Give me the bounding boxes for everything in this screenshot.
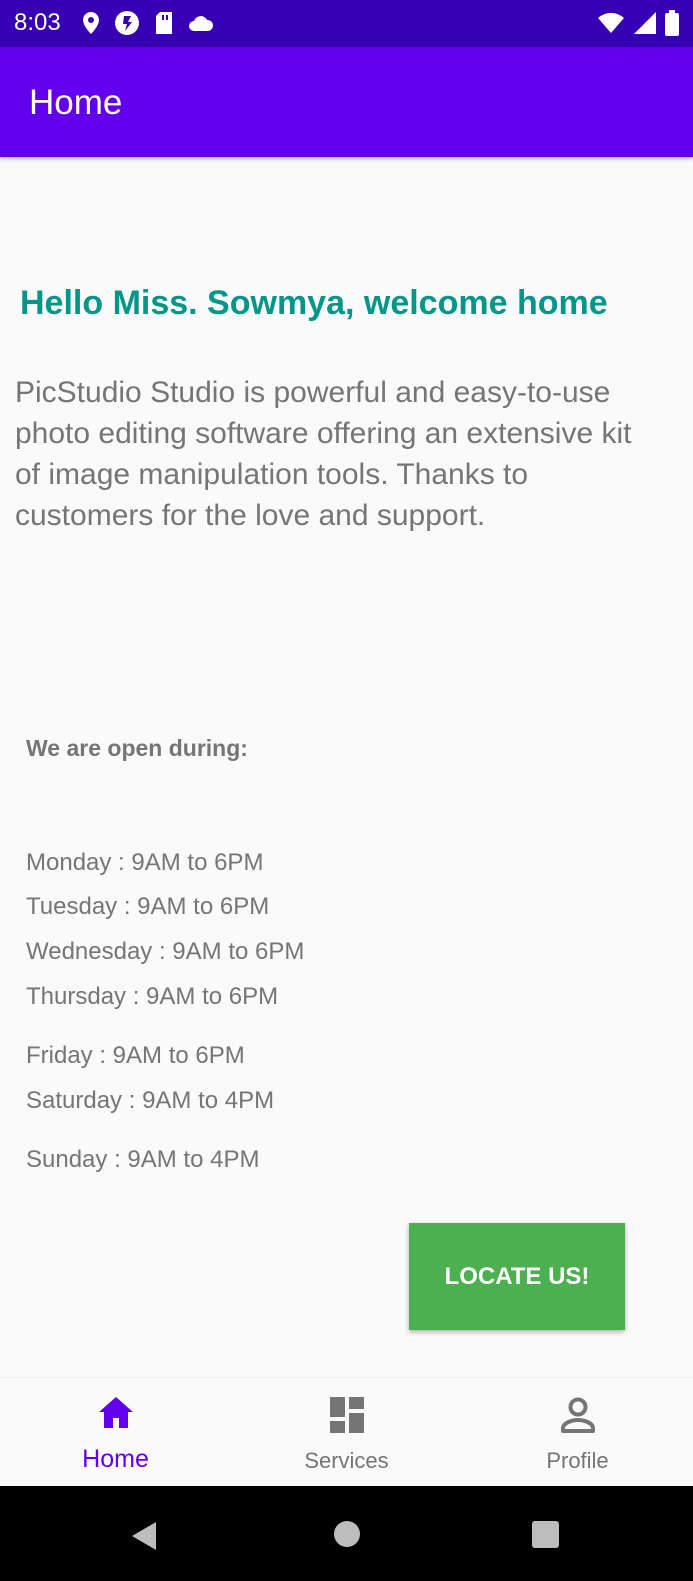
sd-card-icon [156,12,172,34]
home-circle-icon[interactable] [333,1520,361,1548]
nav-item-home[interactable]: Home [0,1378,231,1487]
hours-saturday: Saturday : 9AM to 4PM [26,1087,275,1114]
description-text: PicStudio Studio is powerful and easy-to… [15,376,632,532]
person-icon [561,1397,595,1433]
home-icon [99,1397,133,1428]
recents-icon[interactable] [532,1521,559,1548]
nav-label-services: Services [304,1448,389,1473]
bolt-icon [115,11,139,35]
battery-icon [665,10,679,36]
greeting-text: Hello Miss. Sowmya, welcome home [20,284,608,322]
locate-us-button[interactable]: LOCATE US! [409,1223,625,1330]
signal-icon [634,12,656,34]
page-title: Home [29,83,123,122]
status-icons-left [82,10,214,36]
bottom-nav: Home Services Profile [0,1377,693,1487]
system-nav-bar [0,1486,693,1581]
hours-tuesday: Tuesday : 9AM to 6PM [26,893,270,920]
hours-heading: We are open during: [26,735,248,761]
nav-item-services[interactable]: Services [231,1378,462,1487]
status-icons-right [597,10,679,36]
status-bar: 8:03 [0,0,693,47]
location-icon [83,12,99,34]
hours-wednesday: Wednesday : 9AM to 6PM [26,938,305,965]
hours-sunday: Sunday : 9AM to 4PM [26,1146,260,1173]
back-icon[interactable] [130,1520,158,1552]
hours-friday: Friday : 9AM to 6PM [26,1042,245,1069]
nav-label-home: Home [82,1445,149,1473]
nav-label-profile: Profile [546,1448,609,1473]
hours-monday: Monday : 9AM to 6PM [26,849,264,876]
hours-thursday: Thursday : 9AM to 6PM [26,983,279,1010]
nav-item-profile[interactable]: Profile [462,1378,693,1487]
app-bar: Home [0,47,693,157]
wifi-icon [598,12,624,33]
cloud-icon [189,16,214,31]
status-time: 8:03 [14,9,61,36]
dashboard-icon [330,1397,364,1433]
